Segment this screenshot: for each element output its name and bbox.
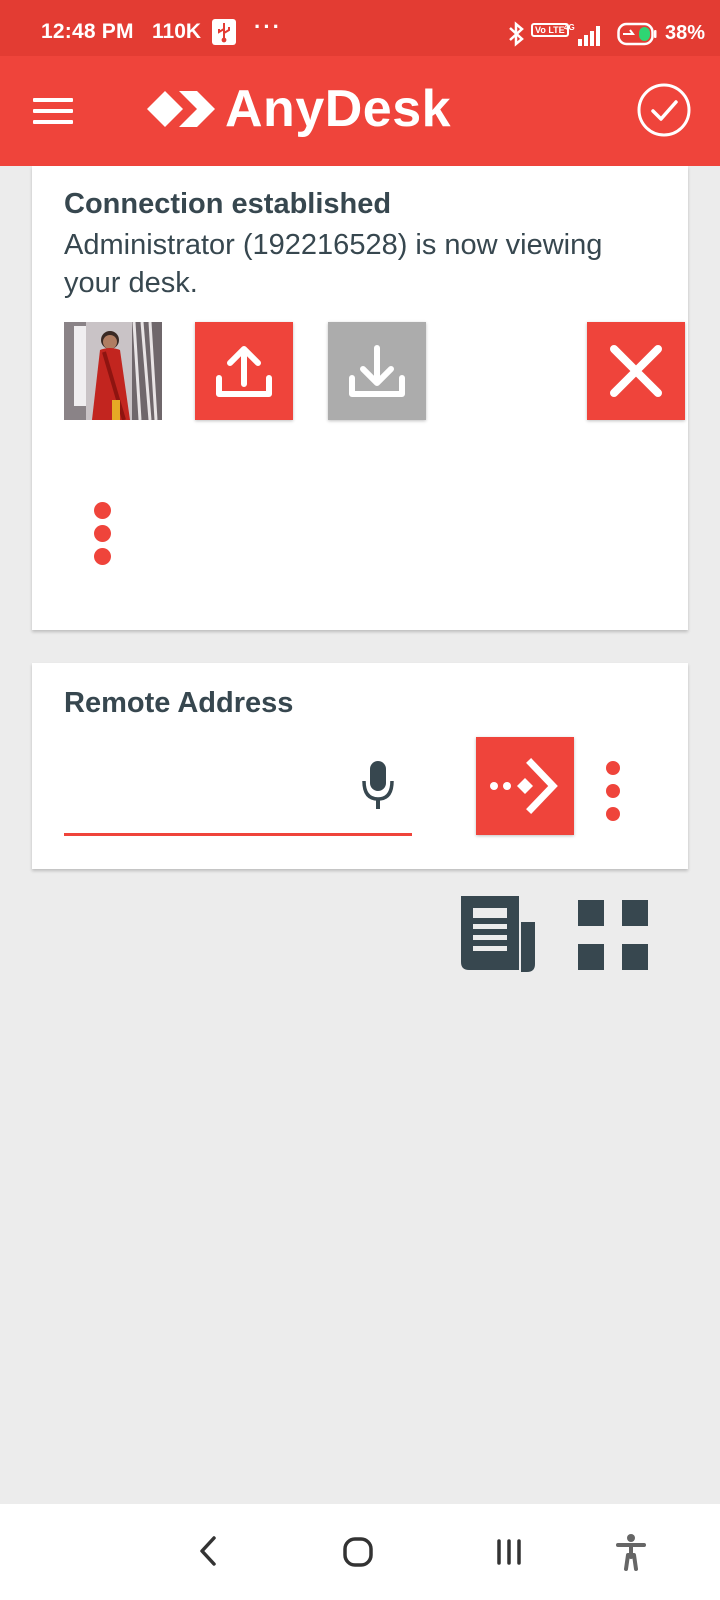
home-icon[interactable] bbox=[342, 1536, 374, 1568]
connect-arrow-icon bbox=[490, 758, 558, 814]
brand: AnyDesk bbox=[143, 74, 451, 144]
usb-icon bbox=[212, 19, 236, 45]
status-time: 12:48 PM bbox=[41, 20, 134, 43]
app-bar: AnyDesk bbox=[0, 56, 720, 166]
bluetooth-icon bbox=[509, 21, 524, 47]
connect-button[interactable] bbox=[476, 737, 574, 835]
news-icon[interactable] bbox=[455, 892, 541, 978]
status-more-dots: ··· bbox=[254, 14, 282, 39]
download-button[interactable] bbox=[328, 322, 426, 420]
accessibility-icon[interactable] bbox=[615, 1533, 647, 1571]
more-vert-icon bbox=[606, 761, 620, 775]
remote-address-title: Remote Address bbox=[64, 687, 294, 719]
status-bar: 12:48 PM 110K ··· Vo LTE 4G 38% bbox=[0, 0, 720, 56]
connection-more-button[interactable] bbox=[94, 502, 111, 571]
close-icon bbox=[610, 345, 662, 397]
connection-title: Connection established bbox=[64, 188, 392, 220]
check-circle-icon[interactable] bbox=[636, 82, 692, 138]
anydesk-logo bbox=[147, 91, 215, 127]
network-type: 4G bbox=[564, 23, 575, 32]
connection-message: Administrator (192216528) is now viewing… bbox=[64, 229, 603, 299]
brand-name: AnyDesk bbox=[225, 80, 452, 138]
remote-address-input[interactable] bbox=[64, 747, 348, 797]
remote-more-button[interactable] bbox=[606, 761, 620, 827]
input-underline bbox=[64, 833, 412, 836]
navigation-bar bbox=[0, 1504, 720, 1600]
recents-icon[interactable] bbox=[494, 1538, 524, 1566]
battery-icon bbox=[617, 22, 657, 46]
battery-percent: 38% bbox=[665, 22, 706, 44]
connection-card: Connection established Administrator (19… bbox=[32, 166, 688, 630]
upload-button[interactable] bbox=[195, 322, 293, 420]
status-net-speed: 110K bbox=[152, 20, 202, 43]
disconnect-button[interactable] bbox=[587, 322, 685, 420]
avatar[interactable] bbox=[64, 322, 162, 420]
grid-view-icon[interactable] bbox=[578, 900, 650, 972]
back-icon[interactable] bbox=[196, 1534, 220, 1568]
signal-icon: 4G bbox=[564, 23, 600, 46]
more-vert-icon bbox=[94, 502, 111, 519]
mic-icon[interactable] bbox=[360, 759, 396, 811]
download-icon bbox=[349, 345, 405, 397]
remote-address-card: Remote Address bbox=[32, 663, 688, 869]
menu-icon[interactable] bbox=[33, 92, 73, 128]
upload-icon bbox=[216, 346, 272, 397]
